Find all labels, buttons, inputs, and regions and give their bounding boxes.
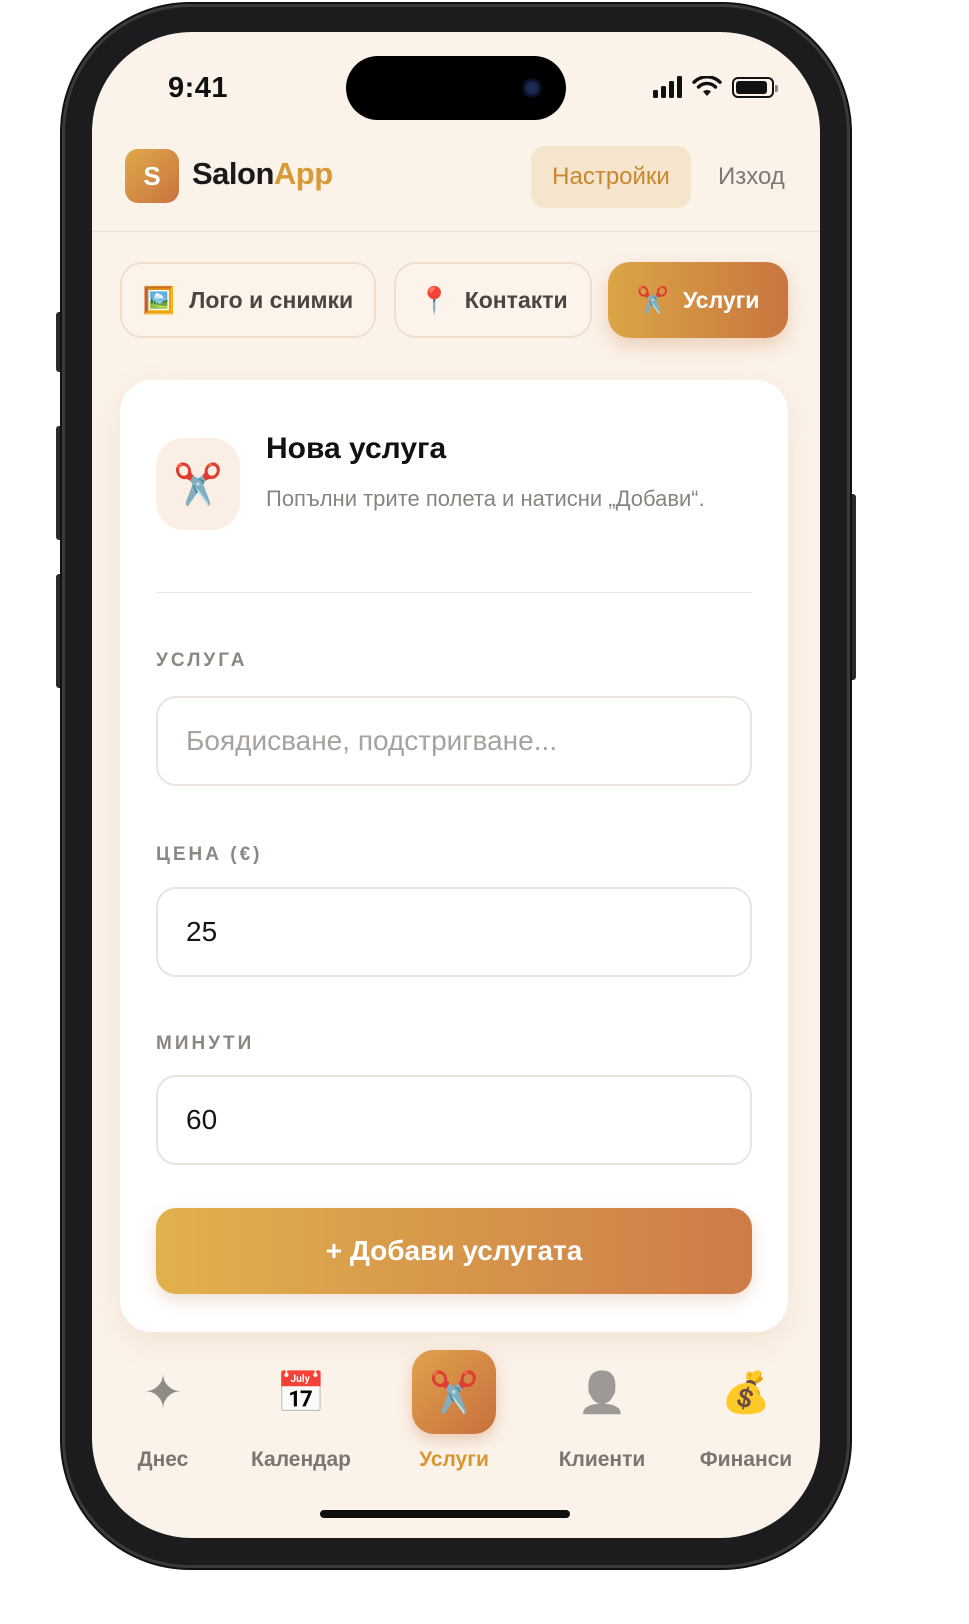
nav-item-today[interactable]: ✦ Днес: [103, 1350, 223, 1472]
tab-services[interactable]: ✂️ Услуги: [608, 262, 788, 338]
money-bag-icon: 💰: [721, 1370, 771, 1415]
nav-label: Календар: [250, 1448, 352, 1471]
dynamic-island: [346, 56, 566, 120]
scissors-icon: ✂️: [156, 438, 240, 530]
app-logo: S: [125, 149, 179, 203]
tab-logo-photos[interactable]: 🖼️ Лого и снимки: [120, 262, 376, 338]
brand-name-part1: Salon: [192, 156, 274, 191]
status-icons: [653, 76, 778, 98]
cellular-signal-icon: [653, 76, 682, 98]
nav-label: Финанси: [699, 1448, 793, 1471]
nav-label: Днес: [137, 1448, 189, 1471]
nav-item-clients[interactable]: 👤 Клиенти: [542, 1350, 662, 1472]
service-label: УСЛУГА: [156, 650, 248, 671]
price-label: ЦЕНА (€): [156, 844, 263, 865]
pin-icon: 📍: [418, 285, 451, 315]
battery-level: [736, 80, 767, 94]
add-service-button[interactable]: + Добави услугата: [156, 1208, 752, 1294]
home-indicator[interactable]: [320, 1510, 570, 1518]
nav-label: Клиенти: [558, 1448, 646, 1471]
tab-label: Лого и снимки: [189, 286, 354, 313]
status-time: 9:41: [168, 72, 229, 104]
new-service-card: ✂️ Нова услуга Попълни трите полета и на…: [120, 380, 788, 1332]
minutes-label: МИНУТИ: [156, 1033, 255, 1054]
phone-screen: 9:41 S SalonApp Настройки Изход 🖼️ Лого …: [92, 32, 820, 1538]
nav-item-services[interactable]: ✂️ Услуги: [394, 1350, 514, 1472]
divider: [156, 592, 752, 593]
price-input[interactable]: 25: [156, 887, 752, 977]
nav-item-calendar[interactable]: 📅 Календар: [241, 1350, 361, 1472]
battery-icon: [732, 76, 778, 98]
logout-button[interactable]: Изход: [718, 163, 785, 191]
camera-icon: [522, 78, 542, 98]
card-title: Нова услуга: [266, 432, 447, 465]
nav-label: Услуги: [419, 1448, 489, 1471]
person-icon: 👤: [577, 1370, 627, 1415]
calendar-icon: 📅: [276, 1370, 326, 1415]
picture-icon: 🖼️: [142, 285, 176, 315]
tab-contacts[interactable]: 📍 Контакти: [394, 262, 592, 338]
service-input[interactable]: Боядисване, подстригване...: [156, 696, 752, 786]
scissors-icon: ✂️: [412, 1350, 496, 1434]
wifi-icon: [692, 76, 722, 96]
card-subtitle: Попълни трите полета и натисни „Добави“.: [266, 486, 705, 511]
scissors-icon: ✂️: [636, 285, 669, 315]
app-header: S SalonApp Настройки Изход: [92, 146, 820, 232]
settings-button[interactable]: Настройки: [531, 146, 691, 208]
brand-name-part2: App: [273, 156, 333, 191]
minutes-input[interactable]: 60: [156, 1075, 752, 1165]
nav-item-finances[interactable]: 💰 Финанси: [686, 1350, 806, 1472]
app-brand: SalonApp: [192, 156, 333, 192]
tab-label: Услуги: [682, 286, 760, 313]
sparkle-icon: ✦: [143, 1366, 183, 1418]
tab-label: Контакти: [464, 286, 568, 313]
